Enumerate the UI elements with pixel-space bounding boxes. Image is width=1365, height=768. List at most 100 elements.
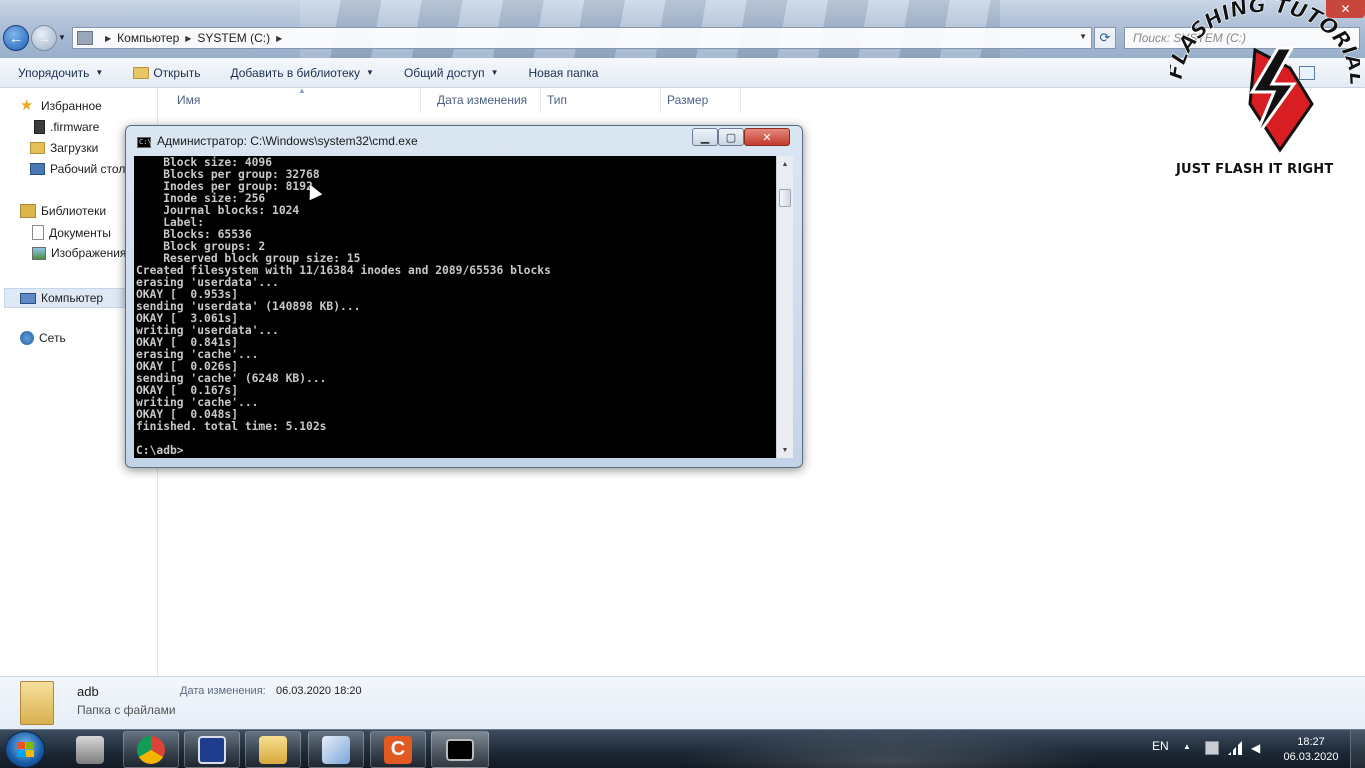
taskbar-paint[interactable] xyxy=(308,731,364,768)
nav-documents[interactable]: Документы xyxy=(32,225,111,240)
cmd-icon: C:\ xyxy=(137,137,152,148)
column-date-modified[interactable]: Дата изменения xyxy=(421,88,541,113)
add-to-library-label: Добавить в библиотеку xyxy=(230,65,361,80)
share-button[interactable]: Общий доступ ▼ xyxy=(404,66,499,80)
chevron-right-icon[interactable]: ▶ xyxy=(185,34,191,43)
windows-logo-icon xyxy=(17,742,35,758)
signal-icon[interactable] xyxy=(1228,741,1242,755)
details-pane: adb Папка с файлами Дата изменения: 06.0… xyxy=(0,676,1365,729)
address-bar[interactable]: ▶ Компьютер ▶ SYSTEM (C:) ▶ ▼ xyxy=(72,27,1092,49)
recent-pages-dropdown-icon[interactable]: ▼ xyxy=(58,33,66,42)
console-line: finished. total time: 5.102s xyxy=(136,420,327,433)
taskbar-app-c[interactable]: C xyxy=(370,731,426,768)
details-item-name: adb xyxy=(77,684,99,699)
taskbar-printer[interactable] xyxy=(62,731,118,768)
system-tray: ◀ xyxy=(1205,741,1265,755)
downloads-folder-icon xyxy=(30,142,45,154)
chevron-down-icon: ▼ xyxy=(490,68,499,77)
console-output[interactable]: Block size: 4096 Blocks per group: 32768… xyxy=(134,156,776,458)
column-name[interactable]: Имя xyxy=(159,88,421,113)
breadcrumb-computer[interactable]: Компьютер xyxy=(117,31,179,45)
minimize-button[interactable]: ▁ xyxy=(692,128,718,146)
lightning-logo-icon xyxy=(1248,46,1314,153)
scroll-down-icon[interactable]: ▼ xyxy=(777,442,793,458)
chevron-right-icon[interactable]: ▶ xyxy=(276,34,282,43)
nav-desktop[interactable]: Рабочий стол xyxy=(30,162,125,176)
taskbar-cmd[interactable] xyxy=(431,731,489,768)
clock[interactable]: 18:27 06.03.2020 xyxy=(1282,735,1340,765)
flashing-tutorials-logo: FLASHING TUTORIALS xyxy=(1170,0,1360,153)
file-icon xyxy=(34,120,45,134)
chevron-down-icon: ▼ xyxy=(95,68,104,77)
pictures-icon xyxy=(32,246,46,260)
console-scrollbar[interactable]: ▲ ▼ xyxy=(776,156,793,458)
scroll-up-icon[interactable]: ▲ xyxy=(777,156,793,172)
new-folder-button[interactable]: Новая папка xyxy=(528,66,598,80)
taskbar-explorer[interactable] xyxy=(245,731,301,768)
close-button[interactable]: ✕ xyxy=(744,128,790,146)
nav-network[interactable]: Сеть xyxy=(20,331,66,345)
nav-libraries[interactable]: Библиотеки xyxy=(20,204,106,218)
open-label: Открыть xyxy=(153,65,201,80)
clock-time: 18:27 xyxy=(1297,736,1325,748)
console-line: C:\adb> xyxy=(136,444,184,457)
new-folder-label: Новая папка xyxy=(528,65,599,80)
add-to-library-button[interactable]: Добавить в библиотеку ▼ xyxy=(230,66,373,80)
taskbar-floppy[interactable] xyxy=(184,731,240,768)
logo-tagline: JUST FLASH IT RIGHT xyxy=(1176,162,1334,177)
details-item-type: Папка с файлами xyxy=(77,703,176,717)
share-label: Общий доступ xyxy=(403,65,485,80)
open-button[interactable]: Открыть xyxy=(133,66,200,80)
device-icon[interactable] xyxy=(1205,741,1219,755)
start-button[interactable] xyxy=(5,731,45,768)
nav-libraries-label: Библиотеки xyxy=(41,204,107,218)
network-icon xyxy=(20,331,34,345)
show-desktop-button[interactable] xyxy=(1350,730,1365,768)
details-date-value: 06.03.2020 18:20 xyxy=(276,685,362,697)
cmd-window-title: Администратор: C:\Windows\system32\cmd.e… xyxy=(157,134,418,148)
folder-icon xyxy=(20,681,54,725)
floppy-icon xyxy=(198,735,226,764)
breadcrumb-drive[interactable]: SYSTEM (C:) xyxy=(197,31,270,45)
maximize-button[interactable]: ▢ xyxy=(718,128,744,146)
nav-downloads[interactable]: Загрузки xyxy=(30,141,98,155)
open-folder-icon xyxy=(133,66,150,79)
chevron-right-icon[interactable]: ▶ xyxy=(105,34,111,43)
desktop-icon xyxy=(30,163,45,175)
taskbar-chrome[interactable] xyxy=(123,731,179,768)
forward-button[interactable]: → xyxy=(31,25,57,51)
computer-crumb-icon xyxy=(77,31,93,45)
language-indicator[interactable]: EN xyxy=(1152,739,1169,753)
nav-computer-label: Компьютер xyxy=(41,291,104,305)
document-icon xyxy=(32,225,44,240)
column-type[interactable]: Тип xyxy=(541,88,661,113)
cmd-icon xyxy=(446,738,474,761)
star-icon: ★ xyxy=(20,97,34,114)
nav-pictures[interactable]: Изображения xyxy=(32,246,126,260)
show-hidden-icons-icon[interactable]: ▲ xyxy=(1183,742,1191,751)
organize-button[interactable]: Упорядочить ▼ xyxy=(18,66,103,80)
volume-icon[interactable]: ◀ xyxy=(1251,741,1265,755)
taskbar: C EN ▲ ◀ 18:27 06.03.2020 xyxy=(0,729,1365,768)
explorer-icon xyxy=(259,735,287,764)
nav-downloads-label: Загрузки xyxy=(50,141,99,155)
console-text: Block size: 4096 Blocks per group: 32768… xyxy=(136,157,551,457)
nav-network-label: Сеть xyxy=(39,331,66,345)
nav-pictures-label: Изображения xyxy=(51,246,127,260)
scroll-thumb[interactable] xyxy=(779,189,791,207)
back-button[interactable]: ← xyxy=(3,25,29,51)
column-size[interactable]: Размер xyxy=(661,88,741,113)
file-list-header: Имя Дата изменения Тип Размер xyxy=(159,88,759,113)
printer-icon xyxy=(76,735,104,764)
address-dropdown-icon[interactable]: ▼ xyxy=(1079,32,1087,41)
refresh-button[interactable]: ⟳ xyxy=(1094,27,1116,49)
nav-documents-label: Документы xyxy=(49,225,111,240)
explorer-titlebar: ← → ▼ ▶ Компьютер ▶ SYSTEM (C:) ▶ ▼ ⟳ По… xyxy=(0,0,1365,58)
chevron-down-icon: ▼ xyxy=(366,68,374,77)
nav-favorites[interactable]: ★ Избранное xyxy=(20,98,102,114)
details-date-label: Дата изменения: xyxy=(180,685,266,697)
nav-firmware[interactable]: .firmware xyxy=(30,120,99,134)
nav-desktop-label: Рабочий стол xyxy=(50,162,126,176)
cmd-window[interactable]: C:\ Администратор: C:\Windows\system32\c… xyxy=(125,125,803,468)
